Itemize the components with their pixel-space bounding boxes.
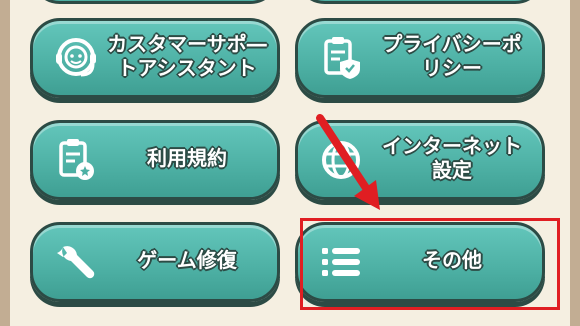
clipboard-badge-icon xyxy=(53,137,99,183)
red-arrow-icon xyxy=(310,110,390,224)
settings-panel: カスタマーサポ― トアシスタント プライバシーポ リシー 利用規約 インターネッ… xyxy=(10,0,570,326)
privacy-policy-button[interactable]: プライバシーポ リシー xyxy=(295,18,545,98)
partial-button-top-left[interactable] xyxy=(30,0,280,4)
wrench-icon xyxy=(53,239,99,285)
game-repair-button[interactable]: ゲーム修復 xyxy=(30,222,280,302)
privacy-policy-label: プライバシーポ リシー xyxy=(382,32,522,80)
headset-support-icon xyxy=(53,35,99,81)
partial-button-top-right[interactable] xyxy=(295,0,545,4)
terms-of-use-label: 利用規約 xyxy=(147,146,227,170)
customer-support-label: カスタマーサポ― トアシスタント xyxy=(107,32,267,80)
customer-support-button[interactable]: カスタマーサポ― トアシスタント xyxy=(30,18,280,98)
internet-settings-label: インターネット 設定 xyxy=(382,134,522,182)
clipboard-shield-icon xyxy=(318,35,364,81)
game-repair-label: ゲーム修復 xyxy=(137,248,237,272)
highlight-box xyxy=(300,218,560,310)
terms-of-use-button[interactable]: 利用規約 xyxy=(30,120,280,200)
